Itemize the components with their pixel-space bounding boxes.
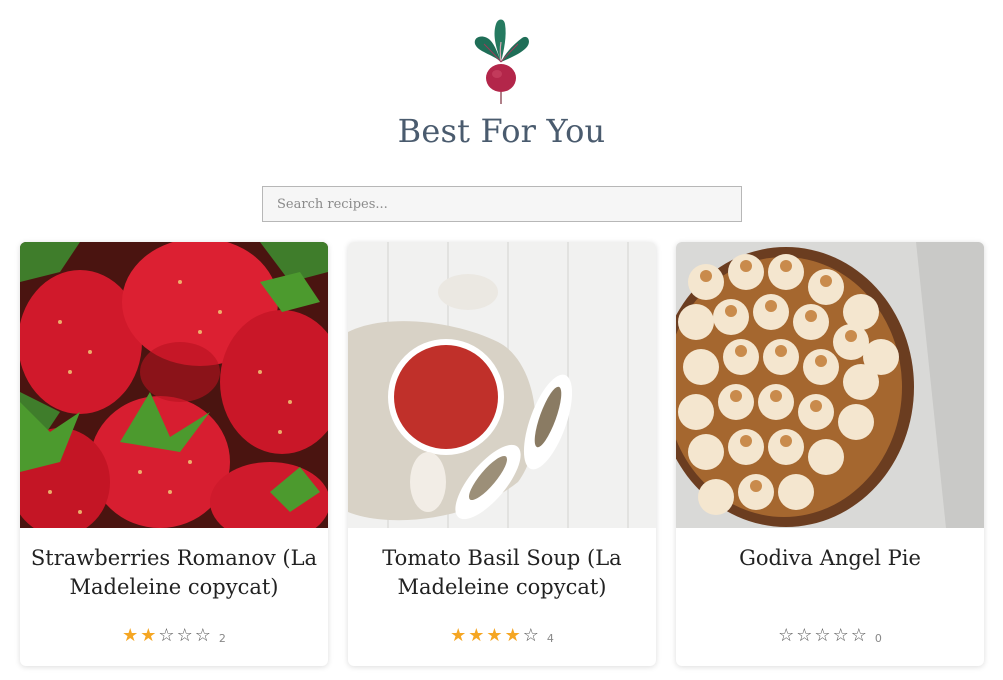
star-empty-icon[interactable]: ☆	[814, 627, 830, 645]
star-empty-icon[interactable]: ☆	[833, 627, 849, 645]
star-rating[interactable]: ★ ★ ★ ★ ☆ 4	[348, 625, 656, 647]
star-empty-icon[interactable]: ☆	[177, 627, 193, 645]
recipe-card[interactable]: Tomato Basil Soup (La Madeleine copycat)…	[348, 242, 656, 666]
star-filled-icon[interactable]: ★	[468, 627, 484, 645]
star-filled-icon[interactable]: ★	[450, 627, 466, 645]
star-filled-icon[interactable]: ★	[505, 627, 521, 645]
recipe-image[interactable]	[676, 242, 984, 528]
recipe-card[interactable]: Strawberries Romanov (La Madeleine copyc…	[20, 242, 328, 666]
review-count: 0	[874, 632, 882, 645]
star-empty-icon[interactable]: ☆	[778, 627, 794, 645]
recipe-grid: Strawberries Romanov (La Madeleine copyc…	[0, 242, 1003, 680]
star-empty-icon[interactable]: ☆	[851, 627, 867, 645]
site-title[interactable]: Best For You	[0, 112, 1003, 150]
star-empty-icon[interactable]: ☆	[796, 627, 812, 645]
site-header: Best For You	[0, 0, 1003, 222]
star-rating[interactable]: ★ ★ ☆ ☆ ☆ 2	[20, 625, 328, 647]
star-filled-icon[interactable]: ★	[122, 627, 138, 645]
star-filled-icon[interactable]: ★	[140, 627, 156, 645]
tomato-soup-image	[348, 242, 656, 528]
review-count: 2	[218, 632, 226, 645]
star-empty-icon[interactable]: ☆	[523, 627, 539, 645]
star-filled-icon[interactable]: ★	[486, 627, 502, 645]
review-count: 4	[546, 632, 554, 645]
star-empty-icon[interactable]: ☆	[195, 627, 211, 645]
recipe-image[interactable]	[348, 242, 656, 528]
meringue-pie-image	[676, 242, 984, 528]
star-rating[interactable]: ☆ ☆ ☆ ☆ ☆ 0	[676, 625, 984, 647]
strawberries-image	[20, 242, 328, 528]
recipe-title[interactable]: Strawberries Romanov (La Madeleine copyc…	[28, 544, 320, 602]
search-input[interactable]	[262, 186, 742, 222]
star-empty-icon[interactable]: ☆	[158, 627, 174, 645]
recipe-image[interactable]	[20, 242, 328, 528]
recipe-title[interactable]: Godiva Angel Pie	[684, 544, 976, 573]
beet-logo-icon	[474, 19, 529, 104]
recipe-card[interactable]: Godiva Angel Pie ☆ ☆ ☆ ☆ ☆ 0	[676, 242, 984, 666]
recipe-title[interactable]: Tomato Basil Soup (La Madeleine copycat)	[356, 544, 648, 602]
